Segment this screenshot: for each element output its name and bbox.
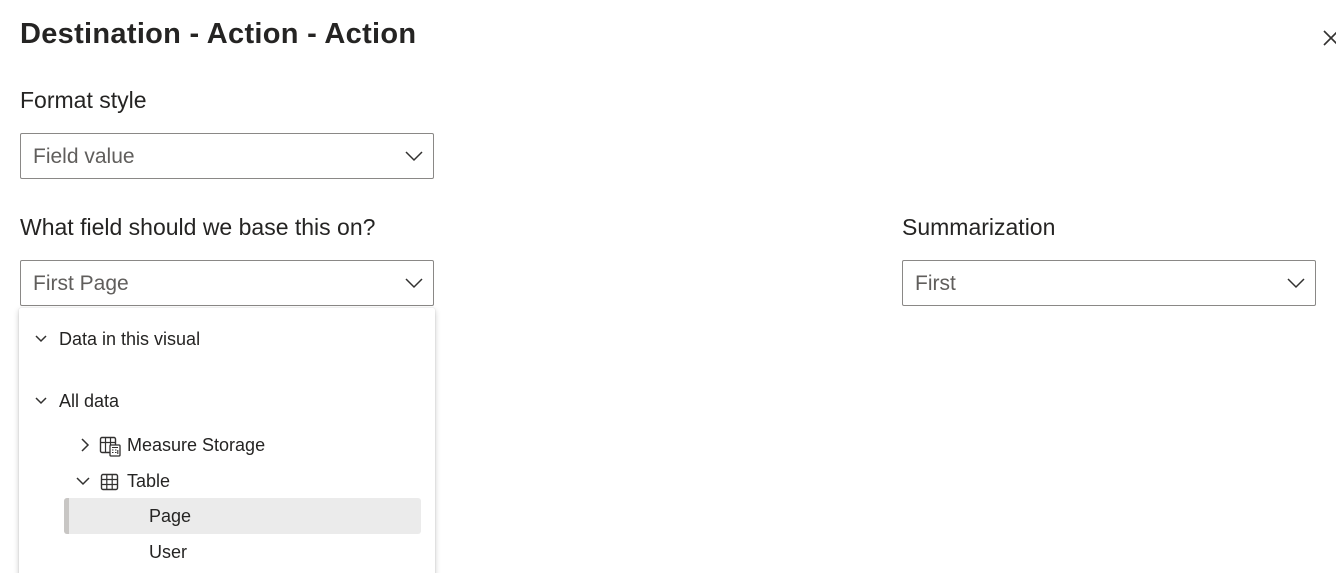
- chevron-right-icon: [81, 438, 90, 452]
- base-field-dropdown[interactable]: First Page: [20, 260, 434, 306]
- chevron-down-icon: [405, 151, 423, 162]
- tree-node-label: Table: [127, 471, 171, 491]
- format-style-value: Field value: [33, 145, 135, 168]
- tree-node-measure-storage[interactable]: Measure Storage: [75, 430, 421, 460]
- field-item-label: User: [149, 542, 188, 562]
- dialog-title: Destination - Action - Action: [20, 18, 417, 50]
- conditional-formatting-dialog: Destination - Action - Action Format sty…: [0, 0, 1336, 573]
- tree-node-all-data[interactable]: All data: [31, 386, 421, 416]
- tree-node-label: Data in this visual: [59, 329, 201, 349]
- field-item-user[interactable]: User: [64, 537, 421, 567]
- tree-node-label: Measure Storage: [127, 435, 266, 455]
- chevron-down-icon: [1287, 278, 1305, 289]
- chevron-down-icon: [35, 397, 47, 405]
- tree-node-table[interactable]: Table: [75, 466, 421, 496]
- chevron-down-icon: [405, 278, 423, 289]
- summarization-dropdown[interactable]: First: [902, 260, 1316, 306]
- tree-node-label: All data: [59, 391, 120, 411]
- measure-table-icon: [99, 436, 121, 457]
- field-picker-panel: Data in this visual All data Measure Sto…: [19, 308, 435, 573]
- table-icon: [100, 473, 119, 491]
- tree-node-data-in-visual[interactable]: Data in this visual: [31, 324, 421, 354]
- chevron-down-icon: [76, 477, 90, 486]
- format-style-label: Format style: [20, 87, 147, 113]
- summarization-label: Summarization: [902, 214, 1056, 240]
- field-item-label: Page: [149, 506, 192, 526]
- summarization-value: First: [915, 272, 956, 295]
- base-field-label: What field should we base this on?: [20, 214, 376, 240]
- base-field-value: First Page: [33, 272, 129, 295]
- format-style-dropdown[interactable]: Field value: [20, 133, 434, 179]
- chevron-down-icon: [35, 335, 47, 343]
- field-item-page[interactable]: Page: [64, 501, 421, 531]
- close-icon: [1323, 30, 1336, 46]
- close-button[interactable]: [1318, 24, 1336, 52]
